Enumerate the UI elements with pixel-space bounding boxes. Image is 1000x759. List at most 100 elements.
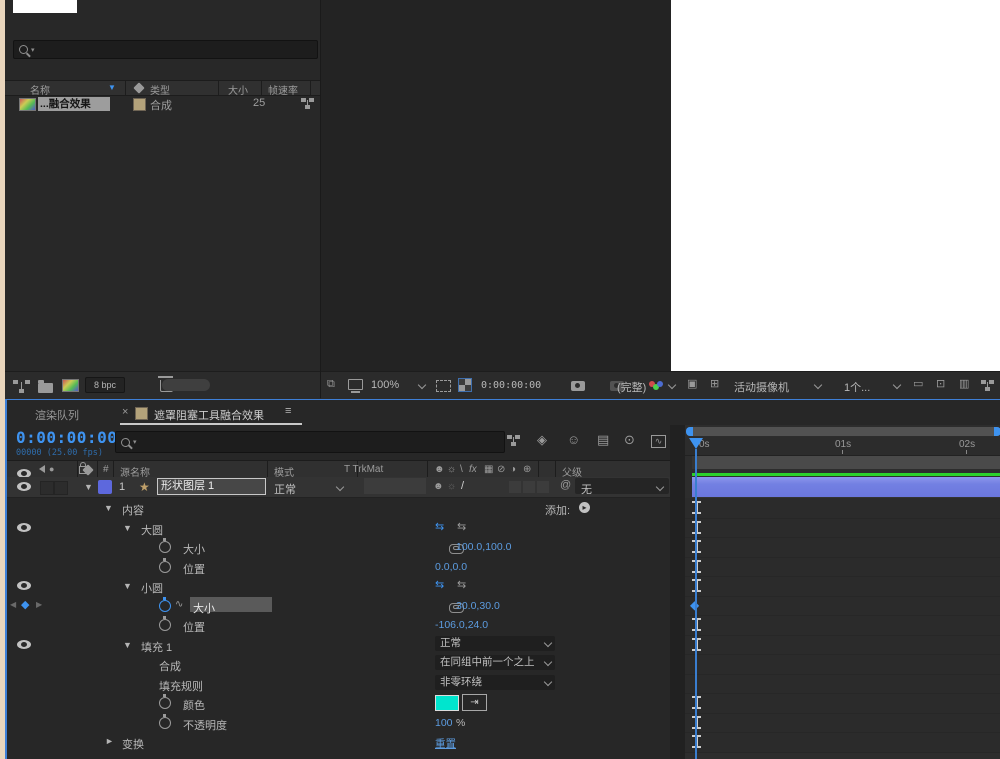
stopwatch-icon[interactable] — [159, 697, 171, 709]
row-fill[interactable]: ▼ 填充 1 正常 — [7, 635, 670, 655]
prop-value[interactable]: 100 — [435, 717, 453, 729]
expander-icon[interactable]: ▼ — [104, 503, 113, 513]
prev-keyframe-icon[interactable]: ◀ — [10, 600, 16, 609]
column-trkmat[interactable]: T TrkMat — [344, 464, 383, 475]
parent-pickwhip-icon[interactable]: @ — [560, 480, 571, 491]
expander-icon[interactable]: ▼ — [123, 523, 132, 533]
time-ruler[interactable]: 0s 01s 02s — [685, 437, 1000, 456]
layer-row[interactable]: ▼ 1 ★ 形状图层 1 正常 ☻ ☼ / @ 无 — [7, 477, 670, 498]
fast-preview-icon[interactable]: ▣ — [687, 379, 697, 390]
layer-collapse-icon[interactable]: ☼ — [447, 481, 456, 492]
stopwatch-icon[interactable] — [159, 717, 171, 729]
time-navigator-end-handle[interactable] — [994, 427, 1000, 436]
prop-label[interactable]: 小圆 — [141, 580, 163, 596]
current-timecode[interactable]: 0:00:00:00 — [16, 428, 117, 447]
add-button-icon[interactable]: ▸ — [579, 502, 590, 513]
interpret-footage-icon[interactable] — [13, 380, 30, 393]
prop-value[interactable]: 30.0,30.0 — [456, 600, 500, 612]
group-eye-icon[interactable] — [17, 523, 31, 532]
prop-label[interactable]: 填充 1 — [141, 639, 172, 655]
layer-video-eye-icon[interactable] — [17, 482, 31, 491]
row-opacity[interactable]: 不透明度 100 % — [7, 713, 670, 733]
row-contents[interactable]: ▼ 内容 添加: ▸ — [7, 498, 670, 518]
playhead-marker[interactable] — [689, 438, 703, 456]
zoom-level[interactable]: 100% — [371, 379, 399, 391]
transparency-grid-icon[interactable] — [458, 378, 472, 392]
prop-label[interactable]: 位置 — [183, 561, 205, 577]
blend-mode-chevron-icon[interactable] — [336, 483, 344, 491]
path-direction-icon[interactable]: ⇆ — [457, 522, 466, 533]
tab-close-icon[interactable]: × — [122, 406, 128, 418]
pixel-aspect-icon[interactable]: ⊞ — [710, 379, 719, 390]
timeline-search-input[interactable]: ▾ — [115, 431, 505, 453]
path-direction-icon[interactable]: ⇆ — [435, 522, 444, 533]
time-navigator-bar[interactable] — [686, 427, 1000, 436]
view-chevron-icon[interactable] — [814, 381, 822, 389]
color-picker-button[interactable]: ⇥ — [462, 694, 487, 711]
view-count-select[interactable]: 1个... — [844, 379, 870, 395]
prop-value[interactable]: -106.0,24.0 — [435, 619, 488, 631]
layer-solo-cell[interactable] — [54, 481, 68, 495]
row-composite[interactable]: 合成 在同组中前一个之上 — [7, 654, 670, 674]
prop-label[interactable]: 内容 — [122, 502, 144, 518]
graph-set-icon[interactable]: ∿ — [175, 599, 183, 610]
layer-switch-cell[interactable] — [537, 481, 549, 493]
layer-switch-cell[interactable] — [523, 481, 535, 493]
panel-menu-icon[interactable]: ≡ — [285, 405, 291, 417]
stopwatch-icon[interactable] — [159, 619, 171, 631]
label-column-tag-icon[interactable] — [133, 82, 144, 93]
region-of-interest-icon[interactable] — [436, 380, 451, 392]
project-search-input[interactable]: ▾ — [13, 40, 318, 59]
trkmat-cell[interactable] — [364, 478, 426, 494]
tab-comp[interactable]: 遮罩阻塞工具融合效果 — [154, 407, 264, 423]
new-folder-icon[interactable] — [38, 383, 53, 393]
parent-value[interactable]: 无 — [581, 481, 592, 497]
group-eye-icon[interactable] — [17, 640, 31, 649]
expander-icon[interactable]: ▼ — [123, 581, 132, 591]
frame-blending-icon[interactable]: ▤ — [597, 434, 609, 445]
layer-quality-icon[interactable]: ☻ — [433, 481, 444, 492]
row-small-size-keyframed[interactable]: ◀ ◆ ▶ ∿ 大小 30.0,30.0 — [7, 596, 670, 616]
row-transform[interactable]: ► 变换 重置 — [7, 732, 670, 752]
path-direction-icon[interactable]: ⇆ — [435, 580, 444, 591]
stopwatch-active-icon[interactable] — [159, 600, 171, 612]
composition-viewport[interactable] — [671, 0, 1000, 371]
prop-value[interactable]: 0.0,0.0 — [435, 561, 467, 573]
snapshot-camera-icon[interactable] — [571, 381, 585, 391]
row-big-position[interactable]: 位置 0.0,0.0 — [7, 557, 670, 577]
prop-label[interactable]: 颜色 — [183, 697, 205, 713]
layer-name-edit-field[interactable]: 形状图层 1 — [157, 478, 266, 495]
expander-icon[interactable]: ▼ — [123, 640, 132, 650]
time-navigator-start-handle[interactable] — [686, 427, 693, 436]
keyframe-toggle-icon[interactable]: ◆ — [21, 598, 29, 611]
fill-color-swatch[interactable] — [435, 695, 459, 711]
fill-blendmode-dropdown[interactable]: 正常 — [435, 636, 555, 651]
comp-timecode[interactable]: 0:00:00:00 — [481, 380, 541, 391]
row-big-circle[interactable]: ▼ 大圆 ⇆ ⇆ — [7, 518, 670, 538]
mini-flowchart-icon[interactable] — [981, 380, 994, 391]
motion-blur-icon[interactable]: ⊙ — [624, 434, 635, 445]
work-area-bar[interactable] — [692, 456, 1000, 469]
prop-label[interactable]: 位置 — [183, 619, 205, 635]
expander-collapsed-icon[interactable]: ► — [105, 736, 114, 746]
composite-dropdown[interactable]: 在同组中前一个之上 — [435, 655, 555, 670]
outline-track-splitter[interactable] — [670, 425, 685, 759]
row-small-circle[interactable]: ▼ 小圆 ⇆ ⇆ — [7, 576, 670, 596]
layer-switch-cell[interactable] — [509, 481, 521, 493]
item-name[interactable]: ...融合效果 — [38, 97, 110, 111]
layer-audio-cell[interactable] — [40, 481, 54, 495]
magnification-flyout-icon[interactable]: ⧉ — [327, 379, 335, 390]
item-label-color-chip[interactable] — [133, 98, 146, 111]
stopwatch-icon[interactable] — [159, 541, 171, 553]
layer-blend-mode[interactable]: 正常 — [274, 481, 296, 497]
exposure-reset-icon[interactable]: ⊡ — [936, 379, 945, 390]
view-layout-icon[interactable]: ▭ — [913, 379, 923, 390]
resolution-chevron-icon[interactable] — [668, 381, 676, 389]
channel-icon[interactable] — [649, 381, 663, 391]
view-select[interactable]: 活动摄像机 — [734, 379, 789, 395]
tab-render-queue[interactable]: 渲染队列 — [35, 407, 79, 423]
resolution-select[interactable]: (完整) — [617, 379, 646, 395]
composition-flowchart-icon[interactable] — [507, 435, 520, 446]
reset-link[interactable]: 重置 — [435, 736, 456, 751]
group-eye-icon[interactable] — [17, 581, 31, 590]
